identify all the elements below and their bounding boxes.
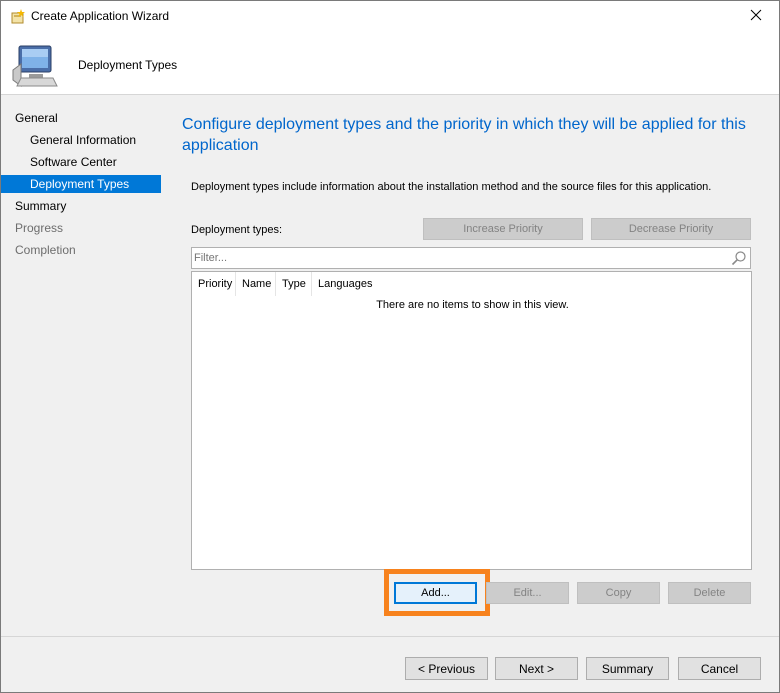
nav-item-deployment-types: Deployment Types [1,175,161,193]
next-button[interactable]: Next > [495,657,578,680]
nav-item-summary: Summary [15,199,67,213]
nav-item-general: General [15,111,58,125]
delete-button[interactable]: Delete [668,582,751,604]
computer-icon [9,40,59,90]
wizard-window: Create Application Wizard Deployment Typ… [0,0,780,693]
cancel-button[interactable]: Cancel [678,657,761,680]
wizard-header: Deployment Types [1,32,779,95]
wizard-steps-panel: General General Information Software Cen… [1,95,162,636]
search-icon[interactable] [731,250,747,266]
window-title: Create Application Wizard [31,9,170,23]
deployment-types-list[interactable]: Priority Name Type Languages There are n… [191,271,752,570]
summary-button[interactable]: Summary [586,657,669,680]
close-icon [750,9,762,24]
empty-list-message: There are no items to show in this view. [376,299,569,311]
column-header-type[interactable]: Type [276,272,312,296]
filter-input[interactable] [194,250,724,266]
wizard-icon [10,9,26,25]
header-title: Deployment Types [78,58,178,72]
page-description: Deployment types include information abo… [191,181,712,193]
close-button[interactable] [733,1,779,32]
previous-button[interactable]: < Previous [405,657,488,680]
filter-box [191,247,751,269]
copy-button[interactable]: Copy [577,582,660,604]
column-header-languages[interactable]: Languages [312,272,382,296]
nav-item-software-center: Software Center [30,155,117,169]
deployment-types-label: Deployment types: [191,224,283,236]
nav-item-progress: Progress [15,221,64,235]
list-header: Priority Name Type Languages [192,272,751,296]
title-bar: Create Application Wizard [1,1,779,32]
page-title: Configure deployment types and the prior… [182,116,746,154]
column-header-name[interactable]: Name [236,272,276,296]
edit-button[interactable]: Edit... [486,582,569,604]
decrease-priority-button[interactable]: Decrease Priority [591,218,751,240]
column-header-priority[interactable]: Priority [192,272,236,296]
main-panel: Configure deployment types and the prior… [162,95,779,636]
nav-item-general-information: General Information [30,133,137,147]
wizard-footer: < Previous Next > Summary Cancel [1,636,779,692]
nav-item-completion: Completion [15,243,76,257]
increase-priority-button[interactable]: Increase Priority [423,218,583,240]
add-button[interactable]: Add... [394,582,477,604]
